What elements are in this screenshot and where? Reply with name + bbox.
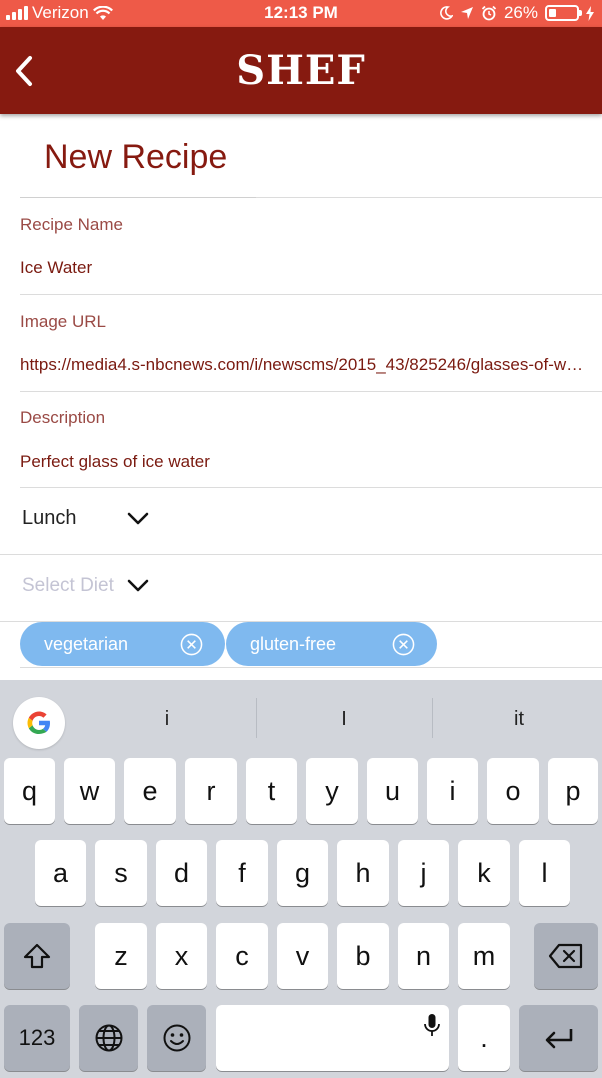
suggestion-2[interactable]: I [294,708,394,731]
key-v[interactable]: v [277,923,328,989]
key-t[interactable]: t [246,758,297,824]
chip-label: vegetarian [44,633,129,654]
key-c[interactable]: c [216,923,268,989]
divider [20,487,602,488]
key-w[interactable]: w [64,758,115,824]
description-input[interactable]: Perfect glass of ice water [20,452,592,472]
divider [0,554,602,555]
divider [20,667,602,668]
emoji-icon [163,1024,190,1052]
key-f[interactable]: f [216,840,268,906]
meal-type-value: Lunch [22,507,77,529]
key-m[interactable]: m [458,923,510,989]
key-r[interactable]: r [185,758,237,824]
chip-label: gluten-free [250,633,337,654]
key-a[interactable]: a [35,840,86,906]
remove-chip-icon[interactable] [180,633,203,656]
meal-type-select[interactable]: Lunch [22,507,149,530]
key-h[interactable]: h [337,840,389,906]
recipe-name-label: Recipe Name [20,215,123,234]
period-key[interactable]: . [458,1005,510,1071]
key-s[interactable]: s [95,840,147,906]
key-k[interactable]: k [458,840,510,906]
recipe-name-input[interactable]: Ice Water [20,258,592,278]
app-title: SHEF [236,47,366,94]
key-n[interactable]: n [398,923,449,989]
image-url-input[interactable]: https://media4.s-nbcnews.com/i/newscms/2… [20,355,592,375]
description-label: Description [20,408,106,427]
suggestion-1[interactable]: i [117,708,217,731]
key-u[interactable]: u [367,758,418,824]
app-header: SHEF [0,27,602,114]
battery-fill [549,9,556,17]
google-g-icon [27,711,50,734]
key-j[interactable]: j [398,840,449,906]
status-bar: Verizon 12:13 PM 26% [0,0,602,27]
diet-chip-gluten-free: gluten-free [226,622,437,666]
moon-icon [440,6,453,20]
status-right: 26% [440,3,594,23]
google-button[interactable] [13,697,65,749]
suggestion-3[interactable]: it [469,708,569,731]
key-g[interactable]: g [277,840,328,906]
backspace-key[interactable] [534,923,598,989]
key-o[interactable]: o [487,758,539,824]
key-y[interactable]: y [306,758,358,824]
return-icon [545,1029,572,1049]
suggestion-separator [256,698,257,738]
diet-chip-vegetarian: vegetarian [20,622,225,666]
key-l[interactable]: l [519,840,570,906]
suggestion-separator [432,698,433,738]
remove-chip-icon[interactable] [392,633,415,656]
return-key[interactable] [519,1005,598,1071]
key-q[interactable]: q [4,758,55,824]
globe-icon [95,1024,122,1052]
key-z[interactable]: z [95,923,147,989]
globe-key[interactable] [79,1005,138,1071]
alarm-icon [481,5,497,21]
diet-select[interactable]: Select Diet [22,575,149,597]
location-arrow-icon [460,7,473,19]
divider [256,197,602,198]
numbers-key[interactable]: 123 [4,1005,70,1071]
image-url-field[interactable]: Image URL https://media4.s-nbcnews.com/i… [0,295,602,391]
recipe-name-field[interactable]: Recipe Name Ice Water [0,199,602,295]
key-p[interactable]: p [548,758,598,824]
chevron-down-icon [127,512,149,524]
backspace-icon [548,943,583,969]
charging-icon [586,5,594,21]
key-e[interactable]: e [124,758,176,824]
key-i[interactable]: i [427,758,478,824]
key-d[interactable]: d [156,840,207,906]
emoji-key[interactable] [147,1005,206,1071]
chevron-down-icon [127,579,149,592]
title-underline [20,197,256,198]
image-url-label: Image URL [20,312,106,331]
page-title: New Recipe [44,138,228,176]
microphone-icon [424,1014,440,1036]
space-key[interactable] [216,1005,449,1071]
battery-percent: 26% [503,3,538,22]
battery-icon [545,5,582,21]
key-x[interactable]: x [156,923,207,989]
key-b[interactable]: b [337,923,389,989]
shift-icon [23,943,51,969]
suggestion-bar: i I it [0,680,602,758]
description-field[interactable]: Description Perfect glass of ice water [0,392,602,488]
shift-key[interactable] [4,923,70,989]
diet-select-placeholder: Select Diet [22,575,114,596]
keyboard: i I it q w e r t y u i o p a s d f g h j… [0,680,602,1078]
